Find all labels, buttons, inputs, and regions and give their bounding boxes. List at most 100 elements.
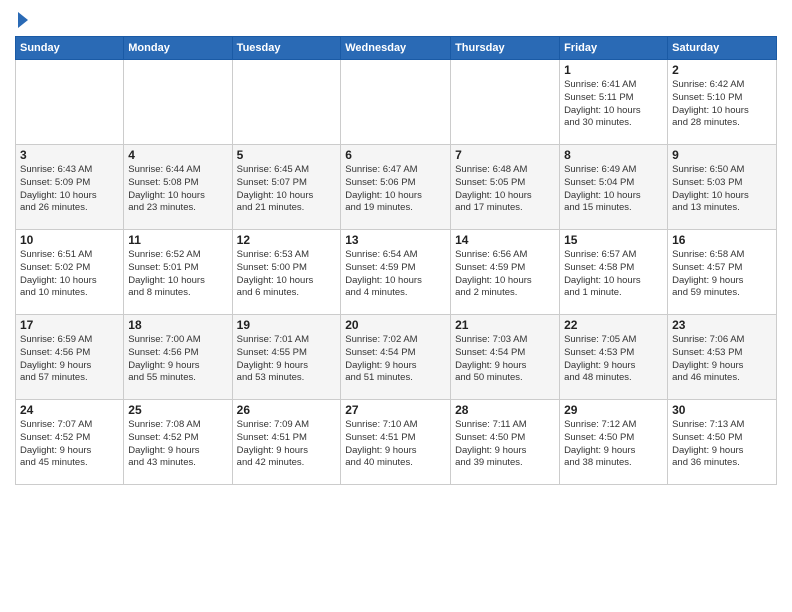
day-number: 12 [237, 233, 337, 247]
calendar-cell: 30 Sunrise: 7:13 AMSunset: 4:50 PMDayligh… [668, 400, 777, 485]
day-number: 21 [455, 318, 555, 332]
day-number: 28 [455, 403, 555, 417]
day-number: 27 [345, 403, 446, 417]
week-row-1: 1Sunrise: 6:41 AMSunset: 5:11 PMDaylight… [16, 60, 777, 145]
day-number: 29 [564, 403, 663, 417]
day-number: 2 [672, 63, 772, 77]
day-info: Sunrise: 7:07 AMSunset: 4:52 PMDaylight:… [20, 419, 119, 470]
day-number: 16 [672, 233, 772, 247]
calendar-cell: 13 Sunrise: 6:54 AMSunset: 4:59 PMDayligh… [341, 230, 451, 315]
day-info: Sunrise: 6:49 AMSunset: 5:04 PMDaylight:… [564, 164, 663, 215]
day-number: 30 [672, 403, 772, 417]
week-row-4: 17 Sunrise: 6:59 AMSunset: 4:56 PMDayligh… [16, 315, 777, 400]
day-info: Sunrise: 7:00 AMSunset: 4:56 PMDaylight:… [128, 334, 227, 385]
day-number: 17 [20, 318, 119, 332]
day-info: Sunrise: 7:10 AMSunset: 4:51 PMDaylight:… [345, 419, 446, 470]
day-info: Sunrise: 7:03 AMSunset: 4:54 PMDaylight:… [455, 334, 555, 385]
day-number: 9 [672, 148, 772, 162]
week-row-3: 10Sunrise: 6:51 AMSunset: 5:02 PMDayligh… [16, 230, 777, 315]
day-info: Sunrise: 7:13 AMSunset: 4:50 PMDaylight:… [672, 419, 772, 470]
calendar-cell: 28 Sunrise: 7:11 AMSunset: 4:50 PMDayligh… [451, 400, 560, 485]
calendar-cell: 21 Sunrise: 7:03 AMSunset: 4:54 PMDayligh… [451, 315, 560, 400]
calendar-cell: 14 Sunrise: 6:56 AMSunset: 4:59 PMDayligh… [451, 230, 560, 315]
calendar-cell: 26 Sunrise: 7:09 AMSunset: 4:51 PMDayligh… [232, 400, 341, 485]
day-info: Sunrise: 6:57 AMSunset: 4:58 PMDaylight:… [564, 249, 663, 300]
col-header-tuesday: Tuesday [232, 37, 341, 60]
calendar-cell: 7 Sunrise: 6:48 AMSunset: 5:05 PMDaylight… [451, 145, 560, 230]
day-info: Sunrise: 6:43 AMSunset: 5:09 PMDaylight:… [20, 164, 119, 215]
day-number: 20 [345, 318, 446, 332]
day-number: 22 [564, 318, 663, 332]
day-number: 15 [564, 233, 663, 247]
day-info: Sunrise: 7:05 AMSunset: 4:53 PMDaylight:… [564, 334, 663, 385]
calendar-cell: 8 Sunrise: 6:49 AMSunset: 5:04 PMDaylight… [560, 145, 668, 230]
day-number: 24 [20, 403, 119, 417]
day-info: Sunrise: 6:59 AMSunset: 4:56 PMDaylight:… [20, 334, 119, 385]
calendar-table: SundayMondayTuesdayWednesdayThursdayFrid… [15, 36, 777, 485]
week-row-5: 24 Sunrise: 7:07 AMSunset: 4:52 PMDayligh… [16, 400, 777, 485]
week-row-2: 3 Sunrise: 6:43 AMSunset: 5:09 PMDaylight… [16, 145, 777, 230]
day-info: Sunrise: 6:41 AMSunset: 5:11 PMDaylight:… [564, 79, 663, 130]
calendar-cell: 15 Sunrise: 6:57 AMSunset: 4:58 PMDayligh… [560, 230, 668, 315]
calendar-cell [16, 60, 124, 145]
calendar-cell: 24 Sunrise: 7:07 AMSunset: 4:52 PMDayligh… [16, 400, 124, 485]
calendar-cell: 1Sunrise: 6:41 AMSunset: 5:11 PMDaylight… [560, 60, 668, 145]
calendar-cell: 25Sunrise: 7:08 AMSunset: 4:52 PMDayligh… [124, 400, 232, 485]
day-info: Sunrise: 6:48 AMSunset: 5:05 PMDaylight:… [455, 164, 555, 215]
logo-text-block [15, 10, 28, 28]
col-header-monday: Monday [124, 37, 232, 60]
day-info: Sunrise: 6:47 AMSunset: 5:06 PMDaylight:… [345, 164, 446, 215]
day-info: Sunrise: 7:12 AMSunset: 4:50 PMDaylight:… [564, 419, 663, 470]
day-info: Sunrise: 6:42 AMSunset: 5:10 PMDaylight:… [672, 79, 772, 130]
day-number: 3 [20, 148, 119, 162]
col-header-thursday: Thursday [451, 37, 560, 60]
day-info: Sunrise: 6:50 AMSunset: 5:03 PMDaylight:… [672, 164, 772, 215]
day-number: 14 [455, 233, 555, 247]
calendar-cell: 11 Sunrise: 6:52 AMSunset: 5:01 PMDayligh… [124, 230, 232, 315]
day-info: Sunrise: 6:45 AMSunset: 5:07 PMDaylight:… [237, 164, 337, 215]
col-header-friday: Friday [560, 37, 668, 60]
day-info: Sunrise: 7:02 AMSunset: 4:54 PMDaylight:… [345, 334, 446, 385]
day-info: Sunrise: 7:06 AMSunset: 4:53 PMDaylight:… [672, 334, 772, 385]
day-number: 18 [128, 318, 227, 332]
day-info: Sunrise: 6:54 AMSunset: 4:59 PMDaylight:… [345, 249, 446, 300]
col-header-sunday: Sunday [16, 37, 124, 60]
day-number: 4 [128, 148, 227, 162]
calendar-cell: 29 Sunrise: 7:12 AMSunset: 4:50 PMDayligh… [560, 400, 668, 485]
day-info: Sunrise: 7:01 AMSunset: 4:55 PMDaylight:… [237, 334, 337, 385]
day-info: Sunrise: 7:11 AMSunset: 4:50 PMDaylight:… [455, 419, 555, 470]
calendar-cell: 27 Sunrise: 7:10 AMSunset: 4:51 PMDayligh… [341, 400, 451, 485]
day-info: Sunrise: 6:58 AMSunset: 4:57 PMDaylight:… [672, 249, 772, 300]
logo [15, 10, 28, 28]
calendar-cell: 5 Sunrise: 6:45 AMSunset: 5:07 PMDaylight… [232, 145, 341, 230]
day-number: 13 [345, 233, 446, 247]
day-number: 7 [455, 148, 555, 162]
calendar-cell: 19Sunrise: 7:01 AMSunset: 4:55 PMDayligh… [232, 315, 341, 400]
day-info: Sunrise: 6:52 AMSunset: 5:01 PMDaylight:… [128, 249, 227, 300]
day-number: 26 [237, 403, 337, 417]
day-info: Sunrise: 6:44 AMSunset: 5:08 PMDaylight:… [128, 164, 227, 215]
calendar-cell: 9 Sunrise: 6:50 AMSunset: 5:03 PMDaylight… [668, 145, 777, 230]
col-header-wednesday: Wednesday [341, 37, 451, 60]
day-info: Sunrise: 7:09 AMSunset: 4:51 PMDaylight:… [237, 419, 337, 470]
calendar-cell [341, 60, 451, 145]
calendar-cell: 22 Sunrise: 7:05 AMSunset: 4:53 PMDayligh… [560, 315, 668, 400]
day-number: 25 [128, 403, 227, 417]
day-number: 6 [345, 148, 446, 162]
day-number: 5 [237, 148, 337, 162]
calendar-cell: 10Sunrise: 6:51 AMSunset: 5:02 PMDayligh… [16, 230, 124, 315]
calendar-cell: 23Sunrise: 7:06 AMSunset: 4:53 PMDayligh… [668, 315, 777, 400]
calendar-cell: 16 Sunrise: 6:58 AMSunset: 4:57 PMDayligh… [668, 230, 777, 315]
day-info: Sunrise: 6:53 AMSunset: 5:00 PMDaylight:… [237, 249, 337, 300]
calendar-cell: 17 Sunrise: 6:59 AMSunset: 4:56 PMDayligh… [16, 315, 124, 400]
day-number: 8 [564, 148, 663, 162]
calendar-cell [232, 60, 341, 145]
day-info: Sunrise: 6:56 AMSunset: 4:59 PMDaylight:… [455, 249, 555, 300]
day-number: 10 [20, 233, 119, 247]
calendar-cell [451, 60, 560, 145]
calendar-header-row: SundayMondayTuesdayWednesdayThursdayFrid… [16, 37, 777, 60]
col-header-saturday: Saturday [668, 37, 777, 60]
day-number: 11 [128, 233, 227, 247]
calendar-cell: 12 Sunrise: 6:53 AMSunset: 5:00 PMDayligh… [232, 230, 341, 315]
calendar-cell: 20 Sunrise: 7:02 AMSunset: 4:54 PMDayligh… [341, 315, 451, 400]
